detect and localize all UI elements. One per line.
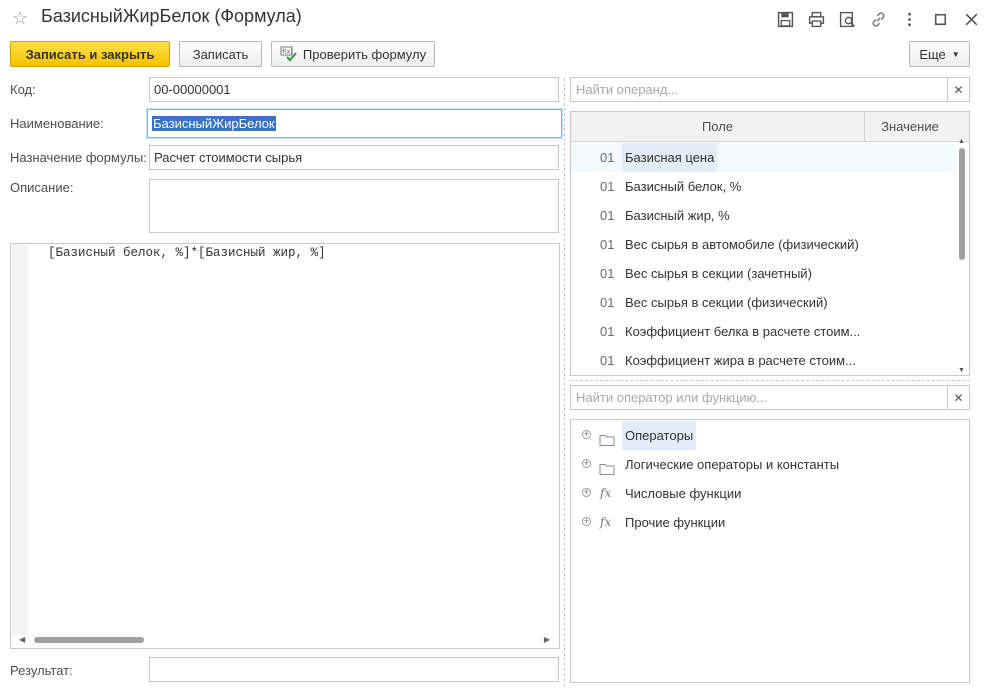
purpose-label: Назначение формулы: [10,150,147,165]
description-label: Описание: [10,180,74,195]
dropdown-arrow-icon: ▼ [951,49,960,59]
formula-editor[interactable]: [Базисный белок, %]*[Базисный жир, %] ◀ … [10,243,560,649]
expand-icon[interactable]: + [582,459,591,468]
function-tree-item[interactable]: + Операторы [571,421,969,450]
more-button[interactable]: Еще ▼ [909,41,970,67]
column-header-value[interactable]: Значение [865,112,955,142]
scroll-right-icon[interactable]: ▶ [544,635,550,644]
function-tree-label: Операторы [622,421,697,450]
operand-code: 01 [600,237,615,252]
scroll-left-icon[interactable]: ◀ [19,635,25,644]
folder-icon [599,457,615,475]
operand-code: 01 [600,266,615,281]
fx-icon: fx [600,486,612,500]
function-tree-item[interactable]: + fx Прочие функции [571,508,969,537]
clear-operand-search-icon[interactable]: ✕ [947,78,969,101]
formula-text: [Базисный белок, %]*[Базисный жир, %] [48,246,326,260]
operand-name: Базисная цена [622,143,718,172]
operand-code: 01 [600,208,615,223]
operand-name: Вес сырья в секции (физический) [625,295,828,310]
operand-code: 01 [600,295,615,310]
operand-code: 01 [600,353,615,368]
column-header-field[interactable]: Поле [571,112,864,142]
horizontal-splitter[interactable] [570,380,970,381]
expand-icon[interactable]: + [582,517,591,526]
close-icon[interactable] [956,8,987,30]
operand-code: 01 [600,179,615,194]
print-icon[interactable] [801,8,832,30]
function-tree-item[interactable]: + fx Числовые функции [571,479,969,508]
operands-vertical-scrollbar[interactable]: ▲ ▼ [956,138,968,375]
scroll-down-icon[interactable]: ▼ [958,367,965,374]
function-tree-label: Логические операторы и константы [625,457,840,472]
operands-table-header: Поле Значение [571,112,969,142]
function-tree-label: Прочие функции [625,515,726,530]
code-field[interactable]: 00-00000001 [149,77,559,102]
check-formula-label: Проверить формулу [302,46,427,62]
save-icon[interactable] [770,8,801,30]
more-vertical-icon[interactable] [894,8,925,30]
scroll-thumb[interactable] [34,637,144,643]
scroll-up-icon[interactable]: ▲ [958,138,965,145]
operands-table: Поле Значение 01 Базисная цена 01 Базисный … [570,111,970,376]
purpose-field[interactable]: Расчет стоимости сырья [149,145,559,170]
function-tree-item[interactable]: + Логические операторы и константы [571,450,969,479]
operand-name: Вес сырья в секции (зачетный) [625,266,812,281]
save-button[interactable]: Записать [179,41,262,67]
operand-row[interactable]: 01 Базисный белок, % [571,172,955,201]
window-title: БазисныйЖирБелок (Формула) [41,6,302,26]
fx-icon: fx [600,515,612,529]
operand-row[interactable]: 01 Вес сырья в автомобиле (физический) [571,230,955,259]
function-tree-label: Числовые функции [625,486,742,501]
operand-row[interactable]: 01 Вес сырья в секции (зачетный) [571,259,955,288]
function-search-placeholder: Найти оператор или функцию... [576,390,768,405]
editor-gutter [12,245,28,635]
expand-icon[interactable]: + [582,488,591,497]
maximize-icon[interactable] [925,8,956,30]
check-formula-icon: f(x) [280,46,298,62]
horizontal-scrollbar[interactable]: ◀ ▶ [12,633,558,647]
result-field [149,657,559,682]
operand-row[interactable]: 01 Коэффициент белка в расчете стоим... [571,317,955,346]
svg-text:f(x): f(x) [282,49,292,56]
operand-row[interactable]: 01 Базисная цена [571,143,955,172]
operand-code: 01 [600,324,615,339]
clear-function-search-icon[interactable]: ✕ [947,386,969,409]
operand-name: Базисный жир, % [625,208,730,223]
result-label: Результат: [10,663,73,678]
link-icon[interactable] [863,8,894,30]
preview-icon[interactable] [832,8,863,30]
operands-scroll-thumb[interactable] [959,148,965,260]
name-field[interactable]: БазисныйЖирБелок [147,109,562,138]
favorite-star-icon[interactable]: ☆ [12,8,32,28]
name-value-selected: БазисныйЖирБелок [152,116,276,131]
operand-code: 01 [600,150,615,165]
function-search-input[interactable]: Найти оператор или функцию... ✕ [570,385,970,410]
operand-row[interactable]: 01 Вес сырья в секции (физический) [571,288,955,317]
operand-search-placeholder: Найти операнд... [576,82,679,97]
operand-name: Базисный белок, % [625,179,742,194]
save-and-close-button[interactable]: Записать и закрыть [10,41,170,67]
window-controls [770,8,987,30]
operand-row[interactable]: 01 Коэффициент жира в расчете стоим... [571,346,955,375]
operand-name: Вес сырья в автомобиле (физический) [625,237,859,252]
vertical-splitter[interactable] [564,78,565,686]
code-label: Код: [10,82,36,97]
operand-search-input[interactable]: Найти операнд... ✕ [570,77,970,102]
more-label: Еще [919,46,946,62]
description-field[interactable] [149,179,559,233]
operand-name: Коэффициент белка в расчете стоим... [625,324,861,339]
expand-icon[interactable]: + [582,430,591,439]
operand-row[interactable]: 01 Базисный жир, % [571,201,955,230]
folder-icon [599,428,615,446]
operand-name: Коэффициент жира в расчете стоим... [625,353,856,368]
check-formula-button[interactable]: f(x) Проверить формулу [271,41,435,67]
name-label: Наименование: [10,116,104,131]
functions-tree: + Операторы + Логические операторы и конста… [570,419,970,683]
